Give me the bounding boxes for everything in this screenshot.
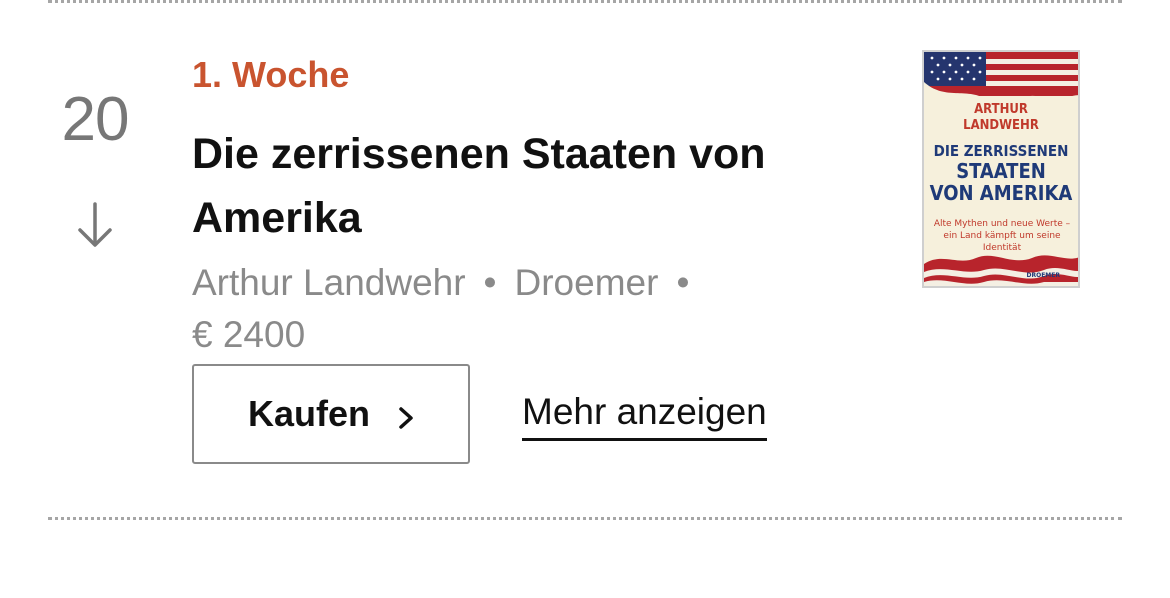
cover-author-line: LANDWEHR — [963, 118, 1039, 133]
cover-publisher-mark: DROEMER — [1026, 272, 1061, 279]
weeks-on-list: 1. Woche — [192, 54, 350, 95]
book-meta: Arthur Landwehr • Droemer • € 2400 — [192, 257, 812, 361]
book-author: Arthur Landwehr — [192, 262, 466, 303]
arrow-down-icon — [78, 202, 112, 247]
cover-title-line: STAATEN — [956, 159, 1046, 183]
meta-separator: • — [483, 262, 497, 303]
cover-title: DIE ZERRISSENEN STAATEN VON AMERIKA — [924, 142, 1078, 204]
book-publisher: Droemer — [514, 262, 659, 303]
meta-separator: • — [676, 262, 690, 303]
rank-number: 20 — [61, 85, 130, 154]
cover-author-line: ARTHUR — [974, 102, 1028, 117]
buy-button[interactable]: Kaufen — [192, 364, 470, 464]
cover-subtitle: Alte Mythen und neue Werte – ein Land kä… — [933, 219, 1071, 253]
show-more-link[interactable]: Mehr anzeigen — [522, 390, 767, 441]
book-price: € 2400 — [192, 314, 306, 355]
bottom-divider — [48, 517, 1122, 520]
cover-title-line: VON AMERIKA — [929, 181, 1073, 205]
book-cover[interactable]: ARTHUR LANDWEHR DIE ZERRISSENEN STAATEN … — [922, 50, 1080, 288]
cover-title-line: DIE ZERRISSENEN — [933, 142, 1069, 160]
book-title[interactable]: Die zerrissenen Staaten von Amerika — [192, 122, 852, 250]
buy-button-label: Kaufen — [247, 393, 370, 434]
cover-author: ARTHUR LANDWEHR — [924, 102, 1078, 134]
top-divider — [48, 0, 1122, 3]
chevron-right-icon — [399, 407, 413, 429]
